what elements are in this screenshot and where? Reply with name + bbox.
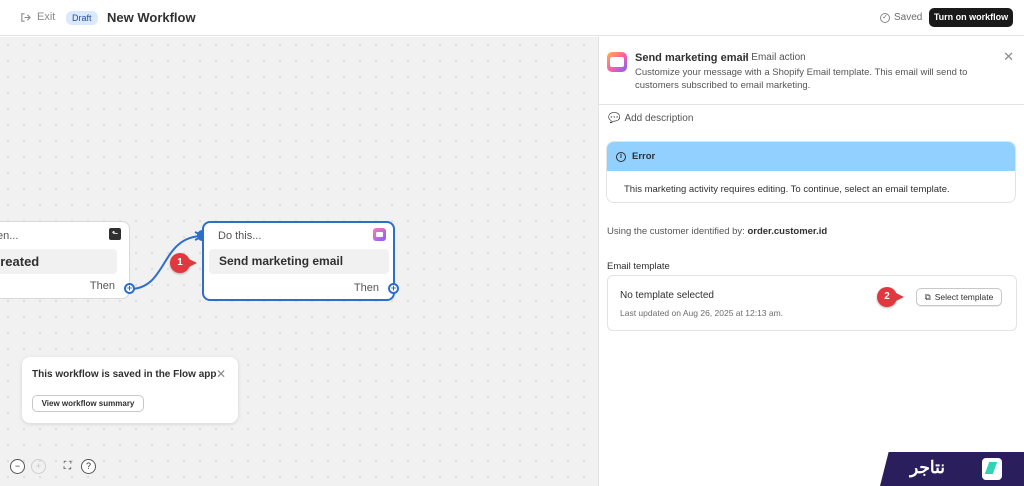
email-template-card: No template selected Last updated on Aug…: [607, 275, 1017, 331]
error-banner: i Error This marketing activity requires…: [606, 141, 1016, 203]
comment-icon: 💬: [608, 113, 621, 124]
add-description-label: Add description: [624, 113, 694, 124]
status-badge: Draft: [66, 11, 98, 25]
divider: [599, 104, 1024, 105]
action-node-then: Then: [353, 282, 379, 294]
trigger-node-header: en...: [0, 230, 19, 242]
error-text: This marketing activity requires editing…: [624, 184, 950, 195]
fit-view-icon[interactable]: ⛶: [60, 459, 75, 474]
panel-title: Send marketing email: [635, 52, 749, 64]
exit-label: Exit: [37, 11, 56, 23]
add-description-link[interactable]: 💬 Add description: [608, 113, 693, 124]
customer-prefix: Using the customer identified by:: [607, 226, 745, 237]
exit-button[interactable]: Exit: [20, 11, 55, 23]
template-updated: Last updated on Aug 26, 2025 at 12:13 am…: [620, 308, 784, 318]
step-details-panel: Send marketing email • Email action Cust…: [598, 37, 1024, 486]
info-icon: i: [616, 151, 626, 162]
external-link-icon: ⧉: [924, 291, 931, 302]
email-app-icon: [607, 52, 627, 72]
trigger-node[interactable]: en... ⬑ created Then: [0, 221, 130, 299]
trigger-node-body: created: [0, 249, 117, 274]
shopify-bag-icon: ⬑: [109, 228, 121, 240]
panel-description: Customize your message with a Shopify Em…: [635, 67, 968, 91]
action-node-label: Send marketing email: [219, 254, 344, 268]
workflow-canvas[interactable]: en... ⬑ created Then + Do this... Send m…: [0, 37, 598, 486]
callout-badge-2: 2: [877, 287, 904, 307]
toast-message: This workflow is saved in the Flow app: [32, 369, 217, 380]
error-banner-header: i Error: [607, 142, 1015, 171]
action-node-header: Do this...: [218, 230, 262, 242]
trigger-node-then: Then: [89, 280, 115, 292]
turn-on-workflow-button[interactable]: Turn on workflow: [929, 8, 1013, 27]
help-icon[interactable]: ?: [81, 459, 96, 474]
panel-action-type: • Email action: [745, 52, 806, 63]
panel-close-icon[interactable]: ✕: [1003, 49, 1014, 65]
workflow-title[interactable]: New Workflow: [107, 10, 196, 25]
template-status: No template selected: [620, 290, 714, 301]
action-node[interactable]: Do this... Send marketing email Then: [202, 221, 395, 301]
email-app-icon: [373, 228, 386, 241]
error-heading: Error: [632, 151, 656, 162]
trigger-node-label: created: [0, 254, 40, 269]
zoom-controls: − + ⛶ ?: [10, 459, 96, 474]
action-node-body: Send marketing email: [209, 249, 389, 274]
top-bar: Exit Draft New Workflow ✓ Saved Turn on …: [0, 0, 1024, 36]
toast-close-icon[interactable]: ✕: [216, 367, 226, 381]
customer-id: order.customer.id: [747, 226, 828, 237]
watermark-text: نتاجر: [910, 458, 945, 477]
callout-badge-1: 1: [170, 253, 197, 273]
saved-label: Saved: [894, 12, 923, 23]
view-workflow-summary-button[interactable]: View workflow summary: [32, 395, 144, 412]
saved-indicator: ✓ Saved: [880, 12, 922, 23]
zoom-in-icon[interactable]: +: [31, 459, 46, 474]
action-add-step-icon[interactable]: +: [388, 283, 399, 294]
select-template-button[interactable]: ⧉ Select template: [916, 288, 1002, 306]
saved-toast: This workflow is saved in the Flow app ✕…: [22, 357, 238, 423]
brand-mark-icon: [982, 458, 1002, 480]
exit-icon: [21, 12, 31, 22]
trigger-add-step-icon[interactable]: +: [124, 283, 135, 294]
email-template-label: Email template: [607, 261, 670, 272]
watermark-logo: نتاجر: [880, 452, 1024, 486]
zoom-out-icon[interactable]: −: [10, 459, 25, 474]
customer-identifier: Using the customer identified by: order.…: [607, 226, 827, 237]
check-circle-icon: ✓: [880, 12, 890, 23]
select-template-label: Select template: [934, 292, 994, 302]
